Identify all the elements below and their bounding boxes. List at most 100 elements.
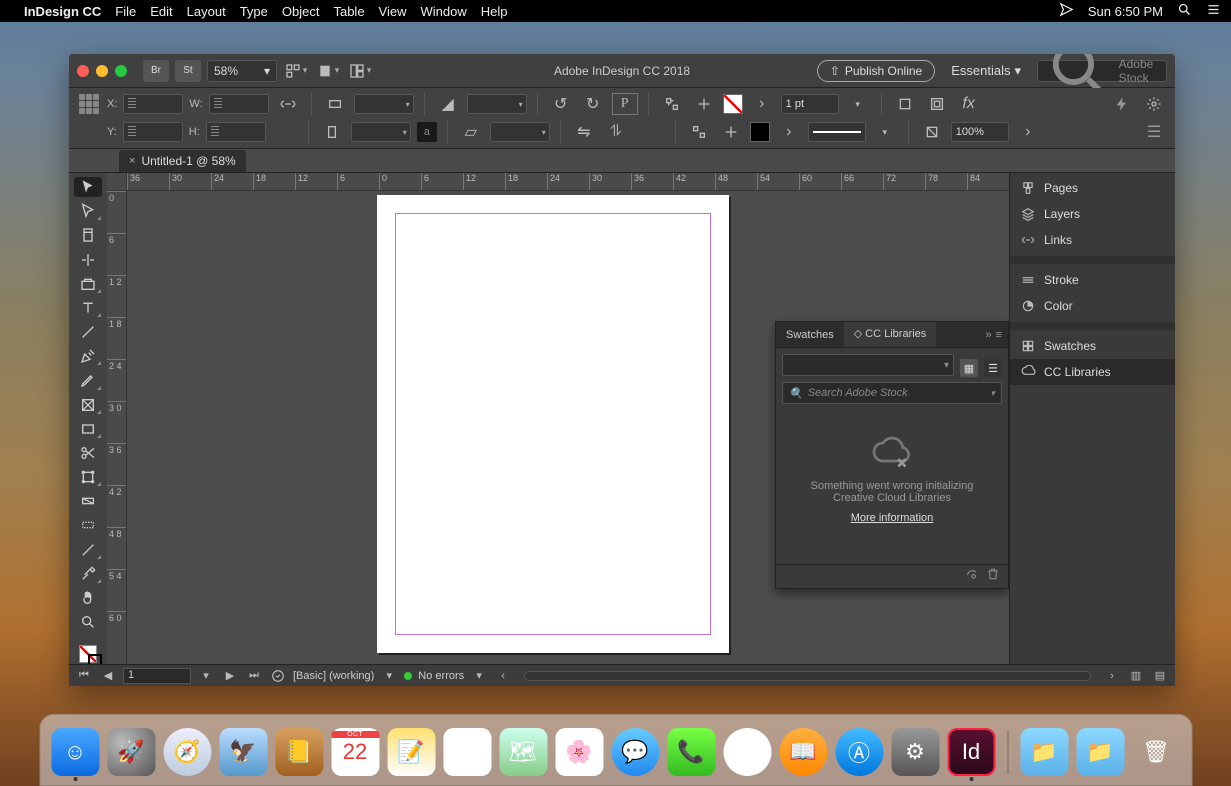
control-settings-icon[interactable] bbox=[1141, 93, 1167, 115]
opacity-field[interactable]: 100% bbox=[951, 122, 1009, 142]
document-page[interactable] bbox=[377, 195, 729, 653]
w-field[interactable] bbox=[209, 94, 269, 114]
ruler-origin[interactable] bbox=[107, 173, 127, 191]
constrain-link-icon[interactable] bbox=[275, 93, 301, 115]
window-minimize-button[interactable] bbox=[96, 65, 108, 77]
close-tab-icon[interactable]: × bbox=[129, 155, 135, 167]
content-collector-tool[interactable] bbox=[74, 274, 102, 294]
dock-finder[interactable]: ☺ bbox=[51, 728, 99, 776]
grid-view-button[interactable]: ▦ bbox=[960, 359, 978, 377]
app-menu[interactable]: InDesign CC bbox=[24, 4, 101, 19]
tab-cc-libraries[interactable]: ◇CC Libraries bbox=[844, 322, 937, 347]
distribute-button[interactable] bbox=[718, 121, 744, 143]
gradient-swatch-tool[interactable] bbox=[74, 491, 102, 511]
dock-facetime[interactable]: 📞 bbox=[667, 728, 715, 776]
rail-item-pages[interactable]: Pages bbox=[1010, 175, 1175, 201]
stroke-dropdown[interactable]: › bbox=[776, 121, 802, 143]
bridge-button[interactable]: Br bbox=[143, 60, 169, 82]
zoom-tool[interactable] bbox=[74, 612, 102, 632]
stroke-style-dropdown[interactable]: ▾ bbox=[872, 121, 898, 143]
panel-collapse-icon[interactable]: » bbox=[985, 329, 991, 341]
flip-vertical-button[interactable]: ⥮ bbox=[603, 121, 629, 143]
auto-fit-toggle[interactable]: a bbox=[417, 122, 437, 142]
content-type-toggle[interactable]: P bbox=[612, 93, 638, 115]
dock-system-preferences[interactable]: ⚙ bbox=[891, 728, 939, 776]
menubar-clock[interactable]: Sun 6:50 PM bbox=[1088, 4, 1163, 19]
spotlight-icon[interactable] bbox=[1177, 2, 1192, 20]
dock-applications-folder[interactable]: 📁 bbox=[1020, 728, 1068, 776]
document-tab[interactable]: × Untitled-1 @ 58% bbox=[119, 150, 246, 172]
hand-tool[interactable] bbox=[74, 588, 102, 608]
fit-content-button[interactable] bbox=[924, 93, 950, 115]
prev-page-button[interactable]: ◀ bbox=[99, 668, 117, 684]
split-view-2-button[interactable]: ▤ bbox=[1151, 668, 1169, 684]
page-number-field[interactable]: 1 bbox=[123, 668, 191, 684]
preflight-errors[interactable]: No errors bbox=[418, 670, 464, 682]
line-tool[interactable] bbox=[74, 322, 102, 342]
shear-field[interactable]: ▾ bbox=[490, 122, 550, 142]
fill-stroke-toggle[interactable] bbox=[74, 644, 102, 664]
view-options-button[interactable]: ▾ bbox=[283, 60, 309, 82]
pen-tool[interactable] bbox=[74, 346, 102, 366]
more-information-link[interactable]: More information bbox=[792, 512, 992, 524]
menu-object[interactable]: Object bbox=[282, 4, 320, 19]
page-dropdown[interactable]: ▾ bbox=[197, 668, 215, 684]
fill-swatch[interactable] bbox=[723, 94, 743, 114]
menu-file[interactable]: File bbox=[115, 4, 136, 19]
dock-appstore[interactable]: Ⓐ bbox=[835, 728, 883, 776]
siri-icon[interactable] bbox=[1206, 2, 1221, 20]
library-search[interactable]: 🔍 Search Adobe Stock ▾ bbox=[782, 382, 1002, 404]
type-tool[interactable] bbox=[74, 298, 102, 318]
panel-menu-icon[interactable]: ≡ bbox=[996, 329, 1002, 341]
rail-item-stroke[interactable]: Stroke bbox=[1010, 267, 1175, 293]
rotation-field[interactable]: ▾ bbox=[467, 94, 527, 114]
align-button[interactable] bbox=[686, 121, 712, 143]
rail-item-color[interactable]: Color bbox=[1010, 293, 1175, 319]
note-tool[interactable] bbox=[74, 540, 102, 560]
preflight-preset[interactable]: [Basic] (working) bbox=[293, 670, 374, 682]
screen-mode-button[interactable]: ▾ bbox=[315, 60, 341, 82]
menu-help[interactable]: Help bbox=[481, 4, 508, 19]
reference-point-grid[interactable] bbox=[77, 92, 101, 116]
arrange-documents-button[interactable]: ▾ bbox=[347, 60, 373, 82]
dock-indesign[interactable]: Id bbox=[947, 728, 995, 776]
dock-reminders[interactable]: ☑︎ bbox=[443, 728, 491, 776]
dock-messages[interactable]: 💬 bbox=[611, 728, 659, 776]
pencil-tool[interactable] bbox=[74, 370, 102, 390]
h-field[interactable] bbox=[206, 122, 266, 142]
notification-center-icon[interactable] bbox=[1059, 2, 1074, 20]
list-view-button[interactable]: ☰ bbox=[984, 359, 1002, 377]
horizontal-scrollbar[interactable] bbox=[524, 671, 1091, 681]
tab-swatches[interactable]: Swatches bbox=[776, 322, 844, 347]
library-select[interactable]: ▾ bbox=[782, 354, 954, 376]
menu-edit[interactable]: Edit bbox=[150, 4, 172, 19]
rail-item-links[interactable]: Links bbox=[1010, 227, 1175, 253]
dock-downloads-folder[interactable]: 📁 bbox=[1076, 728, 1124, 776]
rectangle-frame-tool[interactable] bbox=[74, 395, 102, 415]
quick-apply-button[interactable] bbox=[1109, 93, 1135, 115]
gap-tool[interactable] bbox=[74, 250, 102, 270]
gradient-feather-tool[interactable] bbox=[74, 515, 102, 535]
dock-ibooks[interactable]: 📖 bbox=[779, 728, 827, 776]
workspace-switcher[interactable]: Essentials▾ bbox=[951, 63, 1021, 79]
dock-safari[interactable]: 🧭 bbox=[163, 728, 211, 776]
first-page-button[interactable]: ⏮ bbox=[75, 668, 93, 684]
fx-button[interactable]: fx bbox=[956, 93, 982, 115]
menu-window[interactable]: Window bbox=[421, 4, 467, 19]
stroke-weight-field[interactable]: 1 pt bbox=[781, 94, 839, 114]
dock-trash[interactable]: 🗑 bbox=[1132, 728, 1180, 776]
rotate-ccw-button[interactable]: ↺ bbox=[548, 93, 574, 115]
dock-contacts[interactable]: 📒 bbox=[275, 728, 323, 776]
horizontal-ruler[interactable]: 363024181260612182430364248546066727884 bbox=[127, 173, 1009, 191]
control-menu-button[interactable]: ☰ bbox=[1141, 121, 1167, 143]
scroll-right-button[interactable]: › bbox=[1103, 668, 1121, 684]
rail-item-layers[interactable]: Layers bbox=[1010, 201, 1175, 227]
opacity-dropdown[interactable]: › bbox=[1015, 121, 1041, 143]
select-container-button[interactable] bbox=[659, 93, 685, 115]
eyedropper-tool[interactable] bbox=[74, 564, 102, 584]
selection-tool[interactable] bbox=[74, 177, 102, 197]
dock-notes[interactable]: 📝 bbox=[387, 728, 435, 776]
rail-item-cc-libraries[interactable]: CC Libraries bbox=[1010, 359, 1175, 385]
fill-dropdown[interactable]: › bbox=[749, 93, 775, 115]
scale-y-field[interactable]: ▾ bbox=[351, 122, 411, 142]
